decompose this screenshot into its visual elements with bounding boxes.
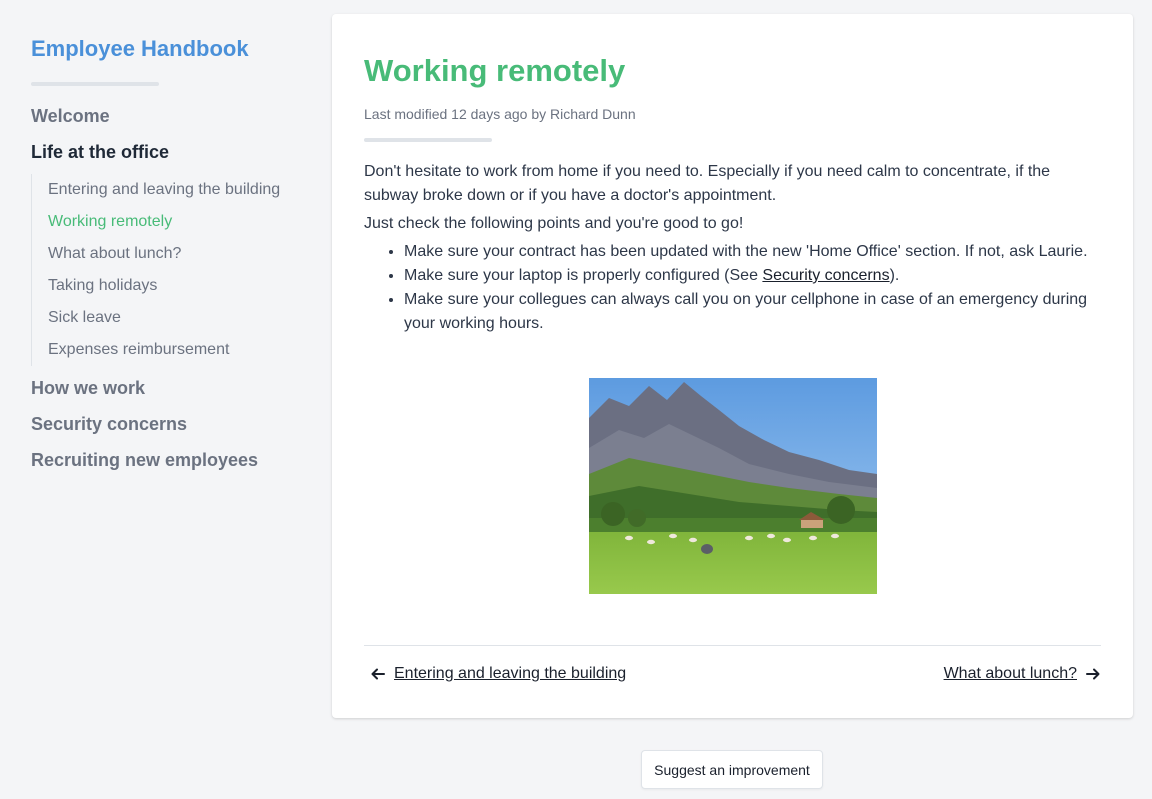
subnav-item-holidays[interactable]: Taking holidays: [48, 270, 301, 302]
pager-divider: [364, 645, 1101, 646]
nav-item-security-concerns[interactable]: Security concerns: [31, 412, 301, 436]
subnav-item-lunch[interactable]: What about lunch?: [48, 238, 301, 270]
next-page-link[interactable]: What about lunch?: [944, 664, 1101, 684]
subnav-life-at-the-office: Entering and leaving the building Workin…: [31, 174, 301, 366]
arrow-left-icon: [371, 668, 385, 680]
checklist-item-text: Make sure your laptop is properly config…: [404, 267, 763, 284]
brand-divider: [31, 82, 159, 86]
mountain-meadow-photo: [588, 378, 877, 594]
checklist: Make sure your contract has been updated…: [404, 240, 1101, 336]
sidebar: Employee Handbook Welcome Life at the of…: [31, 34, 301, 484]
next-page-label: What about lunch?: [943, 665, 1077, 682]
nav-item-recruiting[interactable]: Recruiting new employees: [31, 448, 301, 472]
checklist-item: Make sure your contract has been updated…: [404, 240, 1101, 264]
nav-item-life-at-the-office[interactable]: Life at the office: [31, 140, 301, 164]
checklist-item-text: ).: [889, 267, 900, 284]
title-divider: [364, 138, 492, 142]
last-modified-meta: Last modified 12 days ago by Richard Dun…: [364, 106, 636, 122]
nav-item-welcome[interactable]: Welcome: [31, 104, 301, 128]
article-card: Working remotely Last modified 12 days a…: [332, 14, 1133, 718]
subnav-item-expenses[interactable]: Expenses reimbursement: [48, 334, 301, 366]
subnav-item-sick-leave[interactable]: Sick leave: [48, 302, 301, 334]
checklist-item: Make sure your collegues can always call…: [404, 288, 1101, 336]
suggest-improvement-button[interactable]: Suggest an improvement: [641, 750, 823, 789]
checklist-intro: Just check the following points and you'…: [364, 215, 744, 232]
page-title: Working remotely: [364, 53, 626, 88]
previous-page-link[interactable]: Entering and leaving the building: [370, 664, 626, 684]
previous-page-label: Entering and leaving the building: [394, 665, 627, 682]
subnav-item-entering-leaving[interactable]: Entering and leaving the building: [48, 174, 301, 206]
security-concerns-link[interactable]: Security concerns: [762, 267, 889, 284]
subnav-item-working-remotely[interactable]: Working remotely: [48, 206, 301, 238]
arrow-right-icon: [1086, 668, 1100, 680]
brand-link[interactable]: Employee Handbook: [31, 34, 301, 64]
checklist-item: Make sure your laptop is properly config…: [404, 264, 1101, 288]
nav-item-how-we-work[interactable]: How we work: [31, 376, 301, 400]
intro-paragraph: Don't hesitate to work from home if you …: [364, 163, 1051, 204]
